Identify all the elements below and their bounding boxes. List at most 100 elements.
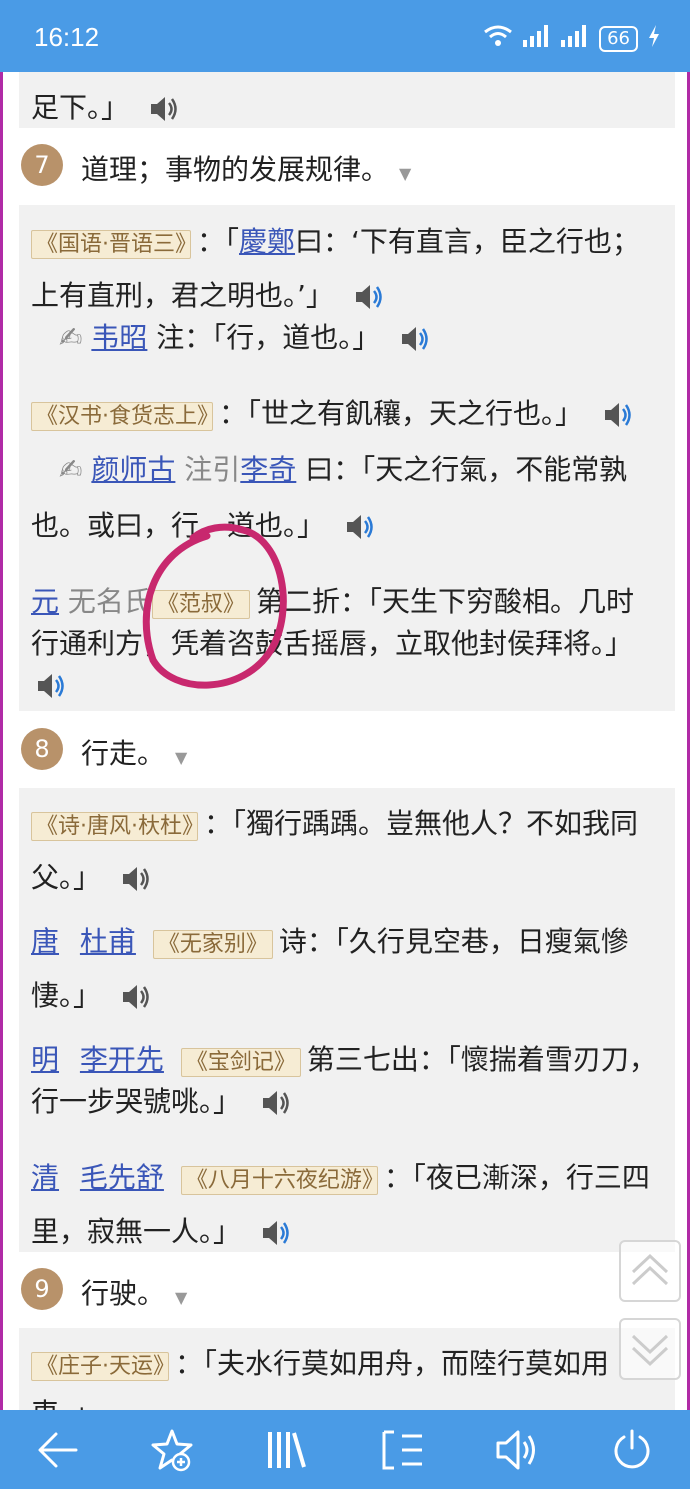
source-tag[interactable]: 《庄子·天运》 — [31, 1352, 169, 1381]
example-line: 里，寂無一人。」 — [31, 1210, 290, 1250]
example-line: 唐 杜甫 《无家别》 诗：「久行見空巷，日瘦氣慘 — [31, 920, 629, 960]
speaker-icon[interactable] — [148, 95, 178, 123]
library-button[interactable] — [264, 1428, 308, 1472]
quote-text: ：「 — [197, 225, 240, 258]
sense-definition[interactable]: 行驶。 ▼ — [81, 1272, 187, 1312]
quote-text: ：「夫水行莫如用舟，而陸行莫如用 — [175, 1347, 610, 1380]
sense-label: 行驶。 — [81, 1277, 166, 1310]
dynasty-link[interactable]: 明 — [31, 1043, 59, 1076]
status-icons: 66 — [483, 24, 660, 53]
source-tag[interactable]: 《诗·唐风·杕杜》 — [31, 812, 198, 841]
example-line: 明 李开先 《宝剑记》 第三七出：「懷揣着雪刃刀， — [31, 1038, 657, 1078]
signal-icon-2 — [561, 25, 589, 52]
source-tag[interactable]: 《汉书·食货志上》 — [31, 402, 213, 431]
quote-text: 第三七出：「懷揣着雪刃刀， — [306, 1043, 657, 1076]
expand-triangle-icon[interactable]: ▼ — [175, 1288, 187, 1307]
sense-definition[interactable]: 道理；事物的发展规律。 ▼ — [81, 148, 411, 188]
example-line: 行通利方，凭着咨鼓舌摇唇，立取他封侯拜将。」 — [31, 622, 633, 662]
author-link[interactable]: 李开先 — [80, 1043, 164, 1076]
person-link[interactable]: 韦昭 — [91, 321, 147, 354]
sense-label: 道理；事物的发展规律。 — [81, 153, 390, 186]
dynasty-link[interactable]: 唐 — [31, 925, 59, 958]
example-line: 《国语·晋语三》 ：「慶鄭曰：‘下有直言，臣之行也； — [31, 220, 640, 260]
speaker-icon[interactable] — [260, 1089, 290, 1117]
person-link[interactable]: 慶鄭 — [239, 225, 295, 258]
chevron-up-icon — [631, 1253, 669, 1286]
power-icon — [614, 1429, 650, 1469]
example-line: 車。」 — [31, 1392, 101, 1410]
source-tag[interactable]: 《八月十六夜纪游》 — [180, 1166, 378, 1195]
person-link[interactable]: 李奇 — [240, 453, 296, 486]
example-line: 《汉书·食货志上》 ：「世之有飢穰，天之行也。」 — [31, 392, 632, 432]
note-text: 曰：「天之行氣，不能常孰 — [296, 453, 628, 486]
scroll-up-button[interactable] — [619, 1240, 681, 1302]
wifi-icon — [483, 24, 513, 53]
power-button[interactable] — [610, 1428, 654, 1472]
chevron-down-icon — [631, 1334, 669, 1367]
source-tag[interactable]: 《国语·晋语三》 — [31, 230, 191, 259]
favorite-add-icon — [151, 1429, 193, 1472]
quote-text: 父。」 — [31, 861, 102, 894]
dynasty-link[interactable]: 清 — [31, 1161, 59, 1194]
example-line: 悽。」 — [31, 974, 150, 1014]
note-text: 注：「行，道也。」 — [147, 321, 381, 354]
example-line — [25, 668, 65, 701]
expand-triangle-icon[interactable]: ▼ — [175, 748, 187, 767]
battery-level: 66 — [599, 25, 638, 52]
quote-text: 曰：‘下有直言，臣之行也； — [295, 225, 640, 258]
back-arrow-icon — [38, 1432, 78, 1468]
quote-text: 行一步哭號咷。」 — [31, 1085, 242, 1118]
quote-text: 上有直刑，君之明也。’」 — [31, 279, 334, 312]
example-line: 元 无名氏 《范叔》 第二折：「天生下穷酸相。几时 — [31, 580, 634, 620]
quote-text: ：「世之有飢穰，天之行也。」 — [219, 397, 584, 430]
charging-icon — [648, 25, 660, 52]
note-pen-icon: ✍ — [59, 321, 83, 354]
quote-text: ：「獨行踽踽。豈無他人？不如我同 — [204, 807, 639, 840]
status-time: 16:12 — [34, 22, 100, 52]
speaker-icon[interactable] — [260, 1219, 290, 1247]
example-line: 父。」 — [31, 856, 150, 896]
scroll-down-button[interactable] — [619, 1318, 681, 1380]
sense-number-badge: 8 — [21, 728, 63, 770]
contents-list-icon — [382, 1430, 422, 1470]
speaker-icon[interactable] — [399, 325, 429, 353]
dynasty-link[interactable]: 元 — [31, 585, 59, 618]
note-text: 注引 — [175, 453, 241, 486]
speaker-icon[interactable] — [120, 865, 150, 893]
annotation-circle — [142, 523, 287, 689]
speaker-icon[interactable] — [353, 283, 383, 311]
expand-triangle-icon[interactable]: ▼ — [399, 164, 411, 183]
note-pen-icon: ✍ — [59, 453, 83, 486]
library-icon — [268, 1432, 306, 1468]
example-line: 《庄子·天运》 ：「夫水行莫如用舟，而陸行莫如用 — [31, 1342, 609, 1382]
example-line: 足下。」 — [31, 86, 178, 126]
note-line: ✍ 韦昭 注：「行，道也。」 — [59, 316, 429, 356]
speaker-icon[interactable] — [344, 513, 374, 541]
person-link[interactable]: 颜师古 — [91, 453, 175, 486]
back-button[interactable] — [36, 1428, 80, 1472]
source-tag[interactable]: 《无家别》 — [152, 930, 273, 959]
author-link[interactable]: 杜甫 — [80, 925, 136, 958]
signal-icon — [523, 25, 551, 52]
sense-number-badge: 7 — [21, 144, 63, 186]
speaker-icon[interactable] — [35, 672, 65, 700]
favorite-button[interactable] — [150, 1428, 194, 1472]
source-tag[interactable]: 《宝剑记》 — [180, 1048, 301, 1077]
contents-button[interactable] — [380, 1428, 424, 1472]
quote-text: 第二折：「天生下穷酸相。几时 — [255, 585, 634, 618]
speaker-icon[interactable] — [120, 983, 150, 1011]
sense-definition[interactable]: 行走。 ▼ — [81, 732, 187, 772]
quote-text: ：「夜已漸深，行三四 — [383, 1161, 650, 1194]
note-line: ✍ 颜师古 注引李奇 曰：「天之行氣，不能常孰 — [59, 448, 627, 488]
sense-number-badge: 9 — [21, 1268, 63, 1310]
example-line: 清 毛先舒 《八月十六夜纪游》 ：「夜已漸深，行三四 — [31, 1156, 650, 1196]
sense-label: 行走。 — [81, 737, 166, 770]
quote-text: 里，寂無一人。」 — [31, 1215, 242, 1248]
example-line: 《诗·唐风·杕杜》 ：「獨行踽踽。豈無他人？不如我同 — [31, 802, 638, 842]
quote-text: 行通利方，凭着咨鼓舌摇唇，立取他封侯拜将。」 — [31, 627, 634, 660]
speak-button[interactable] — [494, 1428, 538, 1472]
dictionary-content[interactable]: 足下。」 7 道理；事物的发展规律。 ▼ 《国语·晋语三》 ：「慶鄭曰：‘下有直言，… — [0, 72, 690, 1410]
author-link[interactable]: 毛先舒 — [80, 1161, 164, 1194]
speaker-icon — [496, 1430, 535, 1470]
speaker-icon[interactable] — [602, 401, 632, 429]
